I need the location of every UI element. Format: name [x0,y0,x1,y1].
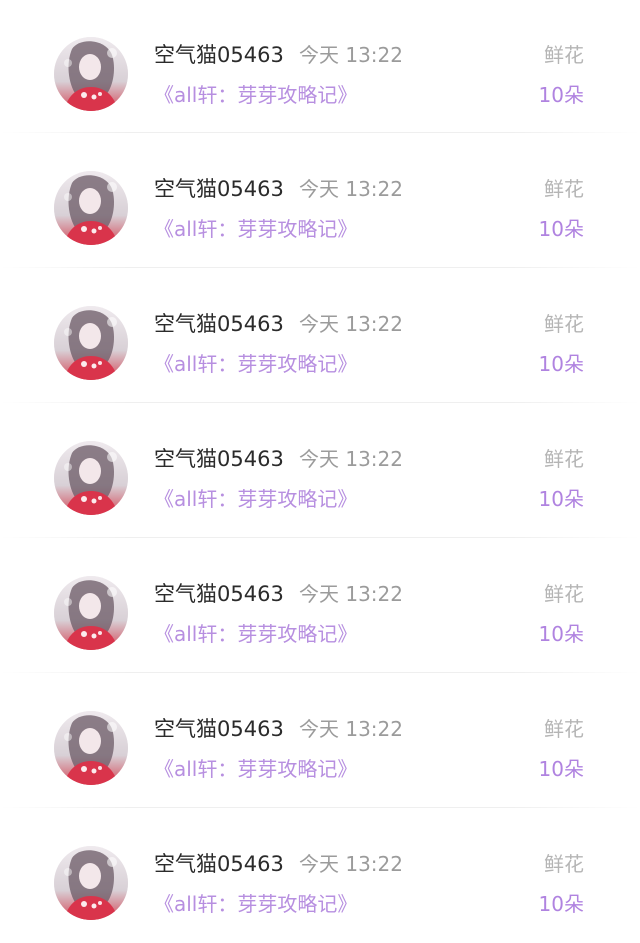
timestamp: 今天 13:22 [299,582,403,606]
gift-count: 10朵 [538,352,584,376]
book-title-link[interactable]: 《all轩：芽芽攻略记》 [154,487,357,511]
book-title-link[interactable]: 《all轩：芽芽攻略记》 [154,757,357,781]
avatar-icon [54,306,128,380]
gift-count: 10朵 [538,757,584,781]
gift-type-label: 鲜花 [544,312,584,336]
list-item[interactable]: 空气猫05463 今天 13:22 鲜花 《all轩：芽芽攻略记》 10朵 [0,0,640,133]
book-title-link[interactable]: 《all轩：芽芽攻略记》 [154,352,357,376]
avatar-icon [54,576,128,650]
avatar-icon [54,171,128,245]
user-name[interactable]: 空气猫05463 [154,582,284,606]
gift-record-list: 空气猫05463 今天 13:22 鲜花 《all轩：芽芽攻略记》 10朵 空气… [0,0,640,930]
gift-type-label: 鲜花 [544,177,584,201]
avatar[interactable] [54,306,128,380]
book-title-link[interactable]: 《all轩：芽芽攻略记》 [154,892,357,916]
list-item[interactable]: 空气猫05463 今天 13:22 鲜花 《all轩：芽芽攻略记》 10朵 [0,133,640,268]
gift-type-label: 鲜花 [544,852,584,876]
avatar[interactable] [54,37,128,111]
list-item[interactable]: 空气猫05463 今天 13:22 鲜花 《all轩：芽芽攻略记》 10朵 [0,808,640,943]
gift-type-label: 鲜花 [544,447,584,471]
gift-count: 10朵 [538,622,584,646]
gift-count: 10朵 [538,892,584,916]
user-name[interactable]: 空气猫05463 [154,43,284,67]
list-item[interactable]: 空气猫05463 今天 13:22 鲜花 《all轩：芽芽攻略记》 10朵 [0,403,640,538]
timestamp: 今天 13:22 [299,447,403,471]
list-item[interactable]: 空气猫05463 今天 13:22 鲜花 《all轩：芽芽攻略记》 10朵 [0,268,640,403]
user-name[interactable]: 空气猫05463 [154,312,284,336]
avatar-icon [54,711,128,785]
list-item[interactable]: 空气猫05463 今天 13:22 鲜花 《all轩：芽芽攻略记》 10朵 [0,538,640,673]
user-name[interactable]: 空气猫05463 [154,852,284,876]
book-title-link[interactable]: 《all轩：芽芽攻略记》 [154,217,357,241]
gift-count: 10朵 [538,487,584,511]
timestamp: 今天 13:22 [299,177,403,201]
book-title-link[interactable]: 《all轩：芽芽攻略记》 [154,83,357,107]
user-name[interactable]: 空气猫05463 [154,447,284,471]
user-name[interactable]: 空气猫05463 [154,177,284,201]
timestamp: 今天 13:22 [299,43,403,67]
avatar[interactable] [54,441,128,515]
avatar-icon [54,37,128,111]
avatar-icon [54,846,128,920]
gift-count: 10朵 [538,217,584,241]
avatar[interactable] [54,711,128,785]
timestamp: 今天 13:22 [299,852,403,876]
gift-type-label: 鲜花 [544,717,584,741]
list-item[interactable]: 空气猫05463 今天 13:22 鲜花 《all轩：芽芽攻略记》 10朵 [0,673,640,808]
avatar-icon [54,441,128,515]
gift-type-label: 鲜花 [544,582,584,606]
timestamp: 今天 13:22 [299,717,403,741]
avatar[interactable] [54,846,128,920]
user-name[interactable]: 空气猫05463 [154,717,284,741]
gift-type-label: 鲜花 [544,43,584,67]
gift-count: 10朵 [538,83,584,107]
timestamp: 今天 13:22 [299,312,403,336]
avatar[interactable] [54,576,128,650]
avatar[interactable] [54,171,128,245]
book-title-link[interactable]: 《all轩：芽芽攻略记》 [154,622,357,646]
